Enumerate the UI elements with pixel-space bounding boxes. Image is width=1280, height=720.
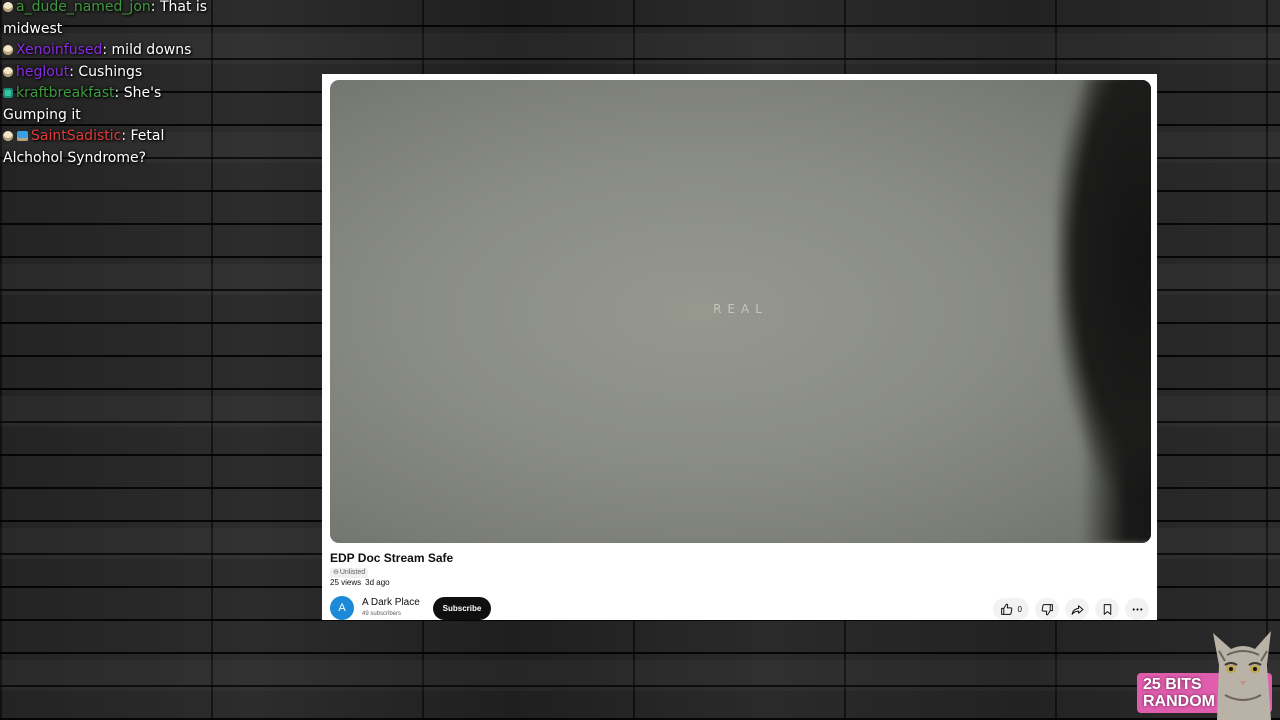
subscriber-badge-icon — [17, 131, 28, 141]
user-badge-icon — [3, 131, 13, 141]
chat-text: mild downs — [111, 42, 192, 58]
upload-age: 3d ago — [365, 578, 390, 587]
link-icon: ⊖ — [333, 569, 339, 576]
like-count: 0 — [1017, 604, 1022, 614]
video-title: EDP Doc Stream Safe — [330, 551, 454, 565]
chat-message: heglout: Cushings — [3, 62, 228, 84]
chat-username[interactable]: heglout — [16, 64, 69, 80]
visibility-label: Unlisted — [339, 569, 366, 576]
bits-amount: 25 BITS — [1143, 676, 1202, 693]
chat-username[interactable]: Xenoinfused — [16, 42, 102, 58]
chat-message: SaintSadistic: Fetal Alchohol Syndrome? — [3, 128, 165, 166]
chat-message: Xenoinfused: mild downs — [3, 40, 228, 62]
wood-plank — [0, 660, 1280, 691]
chat-username[interactable]: a_dude_named_jon — [16, 0, 151, 15]
more-button[interactable] — [1125, 598, 1149, 620]
chat-username[interactable]: SaintSadistic — [31, 128, 121, 144]
video-actions: 0 — [992, 598, 1149, 620]
save-button[interactable] — [1095, 598, 1119, 620]
dislike-button[interactable] — [1035, 598, 1059, 620]
visibility-badge: ⊖Unlisted — [330, 568, 369, 578]
user-badge-icon — [3, 66, 13, 77]
video-player[interactable]: REAL — [330, 80, 1151, 543]
user-badge-icon — [3, 45, 13, 55]
youtube-video-panel: REAL EDP Doc Stream Safe ⊖Unlisted 25 vi… — [322, 74, 1157, 620]
video-frame-silhouette — [1056, 80, 1151, 490]
share-button[interactable] — [1065, 598, 1089, 620]
cat-mascot-icon — [1213, 631, 1271, 720]
video-caption: REAL — [713, 302, 768, 316]
more-icon — [1132, 607, 1142, 611]
chat-username[interactable]: kraftbreakfast — [16, 85, 115, 101]
channel-name[interactable]: A Dark Place — [362, 597, 420, 608]
view-count: 25 views — [330, 578, 362, 587]
share-icon — [1071, 604, 1083, 615]
user-badge-icon — [3, 2, 13, 12]
channel-avatar[interactable]: A — [330, 596, 354, 620]
subscribe-button[interactable]: Subscribe — [433, 597, 491, 620]
user-badge-icon — [3, 88, 13, 98]
like-button[interactable]: 0 — [992, 598, 1029, 620]
chat-text: Cushings — [78, 63, 143, 80]
save-icon — [1103, 603, 1111, 615]
thumbs-up-icon — [1000, 603, 1012, 615]
chat-message: kraftbreakfast: She's Gumping it — [3, 85, 162, 123]
thumbs-down-icon — [1041, 603, 1053, 615]
subscriber-count: 49 subscribers — [362, 611, 402, 617]
chat-message: a_dude_named_jon: That is midwest — [3, 0, 208, 37]
video-meta: 25 views 3d ago — [330, 578, 390, 587]
chat-overlay: a_dude_named_jon: That is midwest Xenoin… — [3, 0, 228, 169]
